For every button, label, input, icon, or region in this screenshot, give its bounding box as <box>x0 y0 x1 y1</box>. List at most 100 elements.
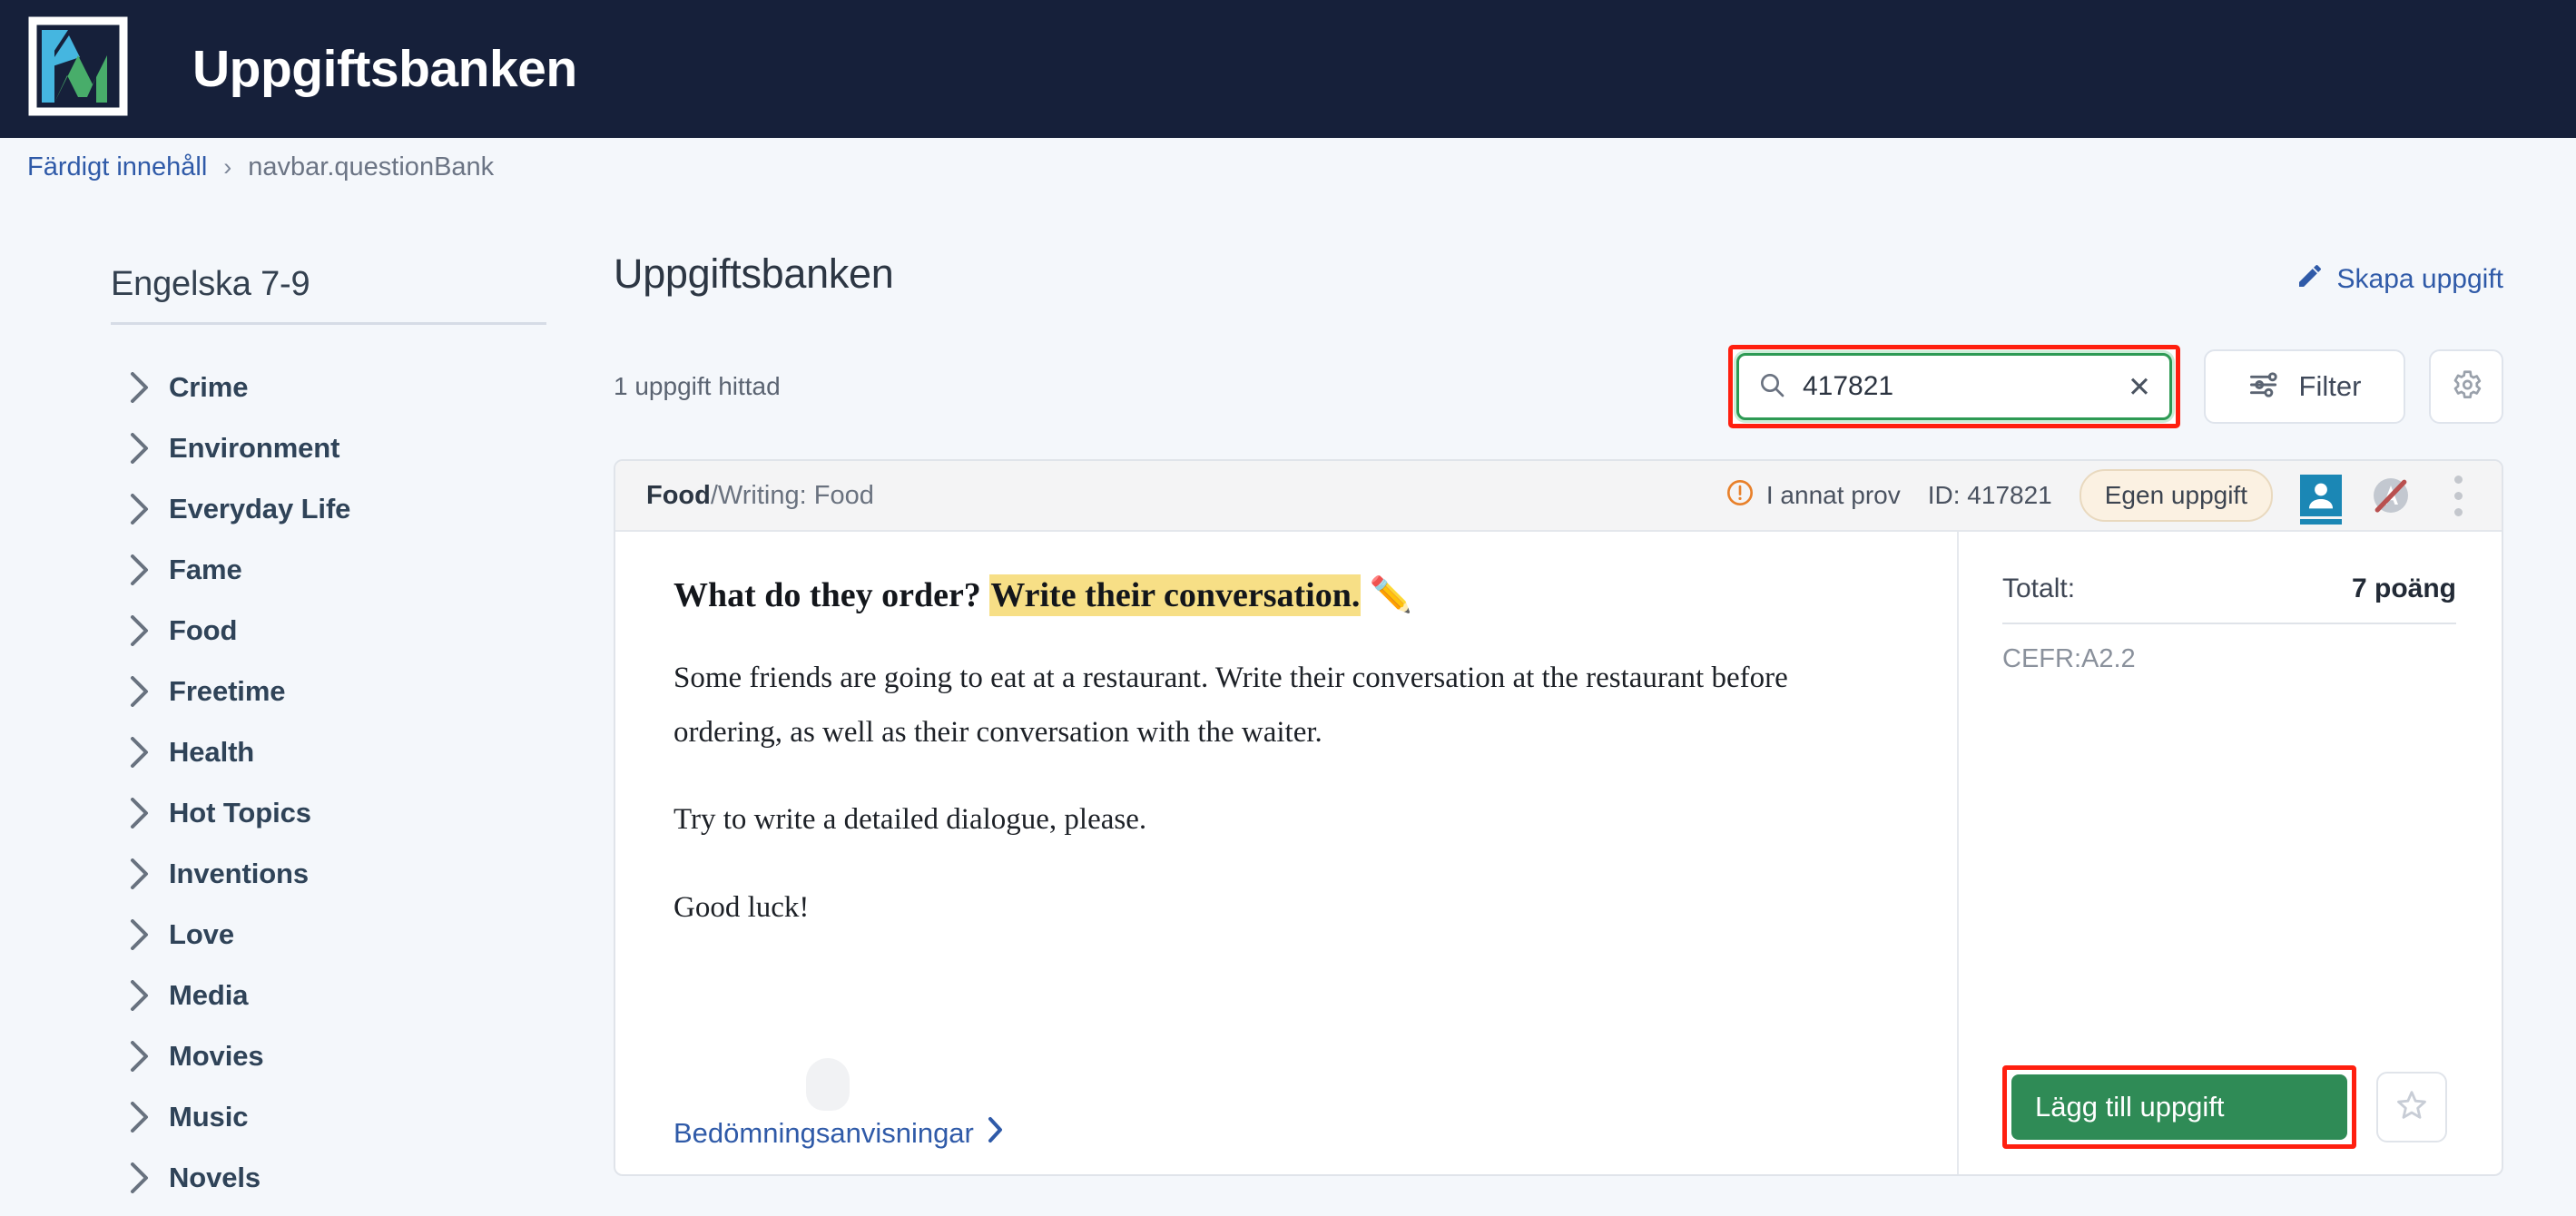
filter-button[interactable]: Filter <box>2204 349 2405 424</box>
question-card-body: What do they order? Write their conversa… <box>615 532 2502 1174</box>
chevron-right-icon <box>111 371 169 403</box>
question-card-header-actions: I annat prov ID: 417821 Egen uppgift <box>1726 469 2476 525</box>
sidebar-item-label: Hot Topics <box>169 796 311 829</box>
sliders-icon <box>2248 370 2281 404</box>
chevron-right-icon <box>111 858 169 889</box>
sidebar-item-movies[interactable]: Movies <box>111 1025 614 1086</box>
question-title-plain: What do they order? <box>673 576 990 614</box>
create-task-button[interactable]: Skapa uppgift <box>2296 261 2503 298</box>
meta-divider <box>2002 623 2456 624</box>
chevron-right-icon <box>111 432 169 464</box>
grading-instructions-label: Bedömningsanvisningar <box>673 1117 974 1149</box>
sidebar-item-freetime[interactable]: Freetime <box>111 661 614 721</box>
manual-grading-person-icon[interactable] <box>2300 475 2342 525</box>
chevron-right-icon <box>111 614 169 646</box>
sidebar-item-everyday-life[interactable]: Everyday Life <box>111 478 614 539</box>
breadcrumb-current: navbar.questionBank <box>248 152 495 181</box>
category-sidebar: Engelska 7-9 Crime Environment Everyday … <box>0 196 614 1216</box>
create-task-label: Skapa uppgift <box>2336 264 2503 294</box>
result-count: 1 uppgift hittad <box>614 372 781 400</box>
chevron-right-icon <box>111 1040 169 1072</box>
sidebar-item-label: Freetime <box>169 674 286 707</box>
question-category-main: Food <box>646 480 711 510</box>
cefr-level: CEFR:A2.2 <box>2002 644 2136 673</box>
pencil-icon <box>2296 261 2325 298</box>
main-content: Uppgiftsbanken Skapa uppgift 1 uppgift h… <box>614 196 2576 1216</box>
grading-instructions-link[interactable]: Bedömningsanvisningar <box>673 1116 1005 1151</box>
question-category-rest: /Writing: Food <box>710 480 874 510</box>
breadcrumb-separator-icon: › <box>223 152 232 181</box>
favorite-button[interactable] <box>2376 1072 2447 1142</box>
search-icon <box>1757 370 1786 404</box>
main-header: Uppgiftsbanken Skapa uppgift <box>614 250 2503 298</box>
no-ai-assessment-icon[interactable] <box>2369 474 2413 517</box>
breadcrumb-home-link[interactable]: Färdigt innehåll <box>27 152 207 182</box>
question-paragraph-1: Some friends are going to eat at a resta… <box>673 662 1788 750</box>
other-test-warning-label: I annat prov <box>1765 481 1901 509</box>
sidebar-item-environment[interactable]: Environment <box>111 417 614 478</box>
question-title: What do they order? Write their conversa… <box>673 574 1904 618</box>
other-test-warning: I annat prov <box>1726 478 1901 514</box>
settings-button[interactable] <box>2429 349 2503 424</box>
filter-label: Filter <box>2298 370 2362 402</box>
sidebar-item-media[interactable]: Media <box>111 965 614 1025</box>
total-points-value: 7 poäng <box>2351 574 2456 603</box>
sidebar-item-health[interactable]: Health <box>111 721 614 782</box>
sidebar-category-list: Crime Environment Everyday Life Fame Foo… <box>111 357 614 1208</box>
sidebar-item-label: Food <box>169 613 238 646</box>
page-body: Engelska 7-9 Crime Environment Everyday … <box>0 196 2576 1216</box>
chevron-right-icon <box>111 797 169 829</box>
sidebar-item-label: Everyday Life <box>169 492 351 525</box>
sidebar-divider <box>111 322 546 325</box>
page-title: Uppgiftsbanken <box>614 250 894 297</box>
clear-search-icon[interactable]: ✕ <box>2128 373 2151 401</box>
more-options-icon[interactable] <box>2440 475 2476 516</box>
question-card-header: Food/Writing: Food I annat prov ID: 4178… <box>615 461 2502 532</box>
search-input[interactable]: 417821 <box>1803 371 2111 402</box>
sidebar-item-label: Inventions <box>169 857 310 889</box>
toolbar-controls: 417821 ✕ Filter <box>1728 345 2503 428</box>
chevron-right-icon <box>111 736 169 768</box>
question-card: Food/Writing: Food I annat prov ID: 4178… <box>614 459 2503 1176</box>
chevron-right-icon <box>111 1162 169 1193</box>
total-points-row: Totalt: 7 poäng <box>2002 574 2456 604</box>
own-task-badge: Egen uppgift <box>2079 469 2273 522</box>
chevron-right-icon <box>111 918 169 950</box>
sidebar-item-label: Environment <box>169 431 340 464</box>
sidebar-item-label: Media <box>169 978 249 1011</box>
question-category-path: Food/Writing: Food <box>646 481 874 511</box>
sidebar-item-label: Fame <box>169 553 242 585</box>
total-points-label: Totalt: <box>2002 574 2076 603</box>
sidebar-item-inventions[interactable]: Inventions <box>111 843 614 904</box>
sidebar-item-novels[interactable]: Novels <box>111 1147 614 1208</box>
sidebar-item-crime[interactable]: Crime <box>111 357 614 417</box>
star-outline-icon <box>2394 1087 2430 1128</box>
brand-title: Uppgiftsbanken <box>192 39 577 98</box>
sidebar-item-hot-topics[interactable]: Hot Topics <box>111 782 614 843</box>
pencil-emoji-icon: ✏️ <box>1369 576 1413 614</box>
chevron-right-icon <box>111 675 169 707</box>
chevron-right-icon <box>987 1116 1005 1151</box>
chevron-right-icon <box>111 554 169 585</box>
sidebar-item-music[interactable]: Music <box>111 1086 614 1147</box>
km-logo-icon <box>27 15 136 123</box>
sidebar-item-food[interactable]: Food <box>111 600 614 661</box>
chevron-right-icon <box>111 1101 169 1133</box>
question-content: What do they order? Write their conversa… <box>615 532 1957 1174</box>
sidebar-item-label: Movies <box>169 1039 264 1072</box>
sidebar-item-love[interactable]: Love <box>111 904 614 965</box>
add-task-highlight-box: Lägg till uppgift <box>2002 1065 2356 1149</box>
toolbar-row: 1 uppgift hittad 417821 ✕ Filter <box>614 345 2503 428</box>
sidebar-title: Engelska 7-9 <box>111 265 310 303</box>
app-root: Uppgiftsbanken Färdigt innehåll › navbar… <box>0 0 2576 1216</box>
question-actions: Lägg till uppgift <box>2002 1065 2447 1149</box>
question-meta-panel: Totalt: 7 poäng CEFR:A2.2 Lägg till uppg… <box>1957 532 2502 1174</box>
chevron-right-icon <box>111 493 169 525</box>
question-paragraph-2: Try to write a detailed dialogue, please… <box>673 803 1147 837</box>
sidebar-item-label: Love <box>169 917 234 950</box>
question-title-highlight: Write their conversation. <box>989 574 1362 616</box>
search-field-wrapper[interactable]: 417821 ✕ <box>1736 353 2172 420</box>
warning-circle-icon <box>1726 478 1755 514</box>
sidebar-item-fame[interactable]: Fame <box>111 539 614 600</box>
add-task-button[interactable]: Lägg till uppgift <box>2011 1074 2347 1140</box>
